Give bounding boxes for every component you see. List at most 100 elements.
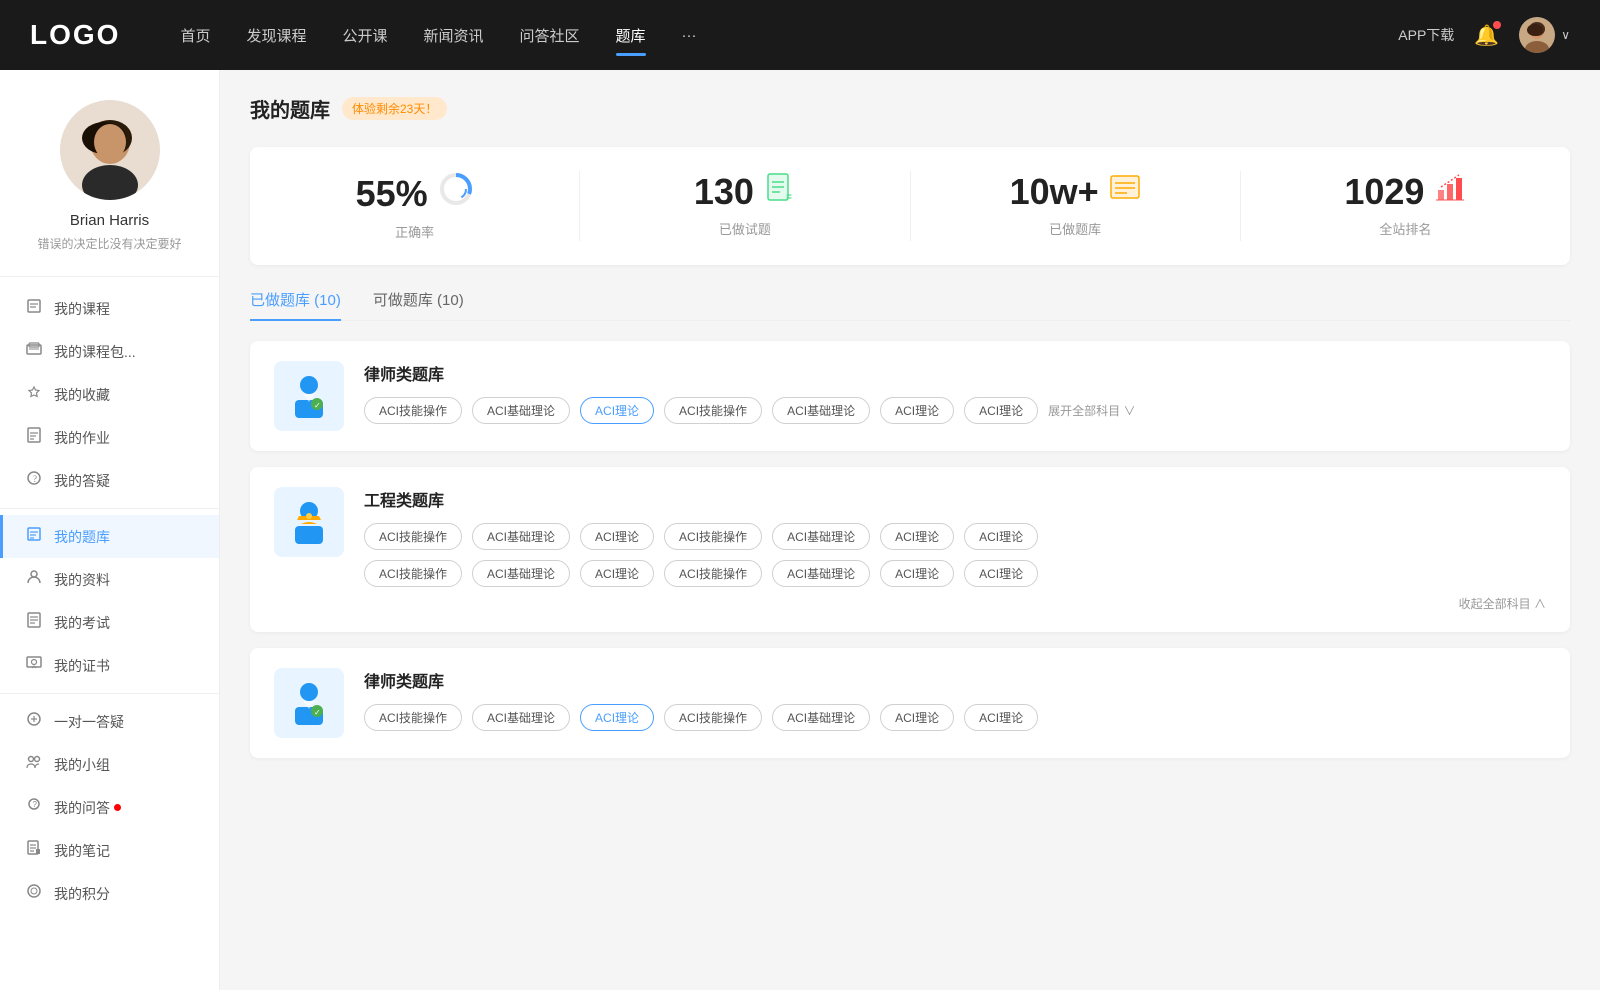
- bank-body-2: 工程类题库 ACI技能操作 ACI基础理论 ACI理论 ACI技能操作 ACI基…: [364, 487, 1546, 612]
- tag-3-3[interactable]: ACI理论: [580, 704, 654, 731]
- logo[interactable]: LOGO: [30, 19, 120, 51]
- doubts-icon: ?: [24, 470, 44, 491]
- profile-icon: [24, 569, 44, 590]
- homework-icon: [24, 427, 44, 448]
- tag-1-1[interactable]: ACI技能操作: [364, 397, 462, 424]
- nav-menu: 首页 发现课程 公开课 新闻资讯 问答社区 题库 ···: [180, 21, 1398, 50]
- favorites-icon: [24, 384, 44, 405]
- tag-1-4[interactable]: ACI技能操作: [664, 397, 762, 424]
- page-header: 我的题库 体验剩余23天！: [250, 94, 1570, 123]
- sidebar-qanda-label: 我的问答: [54, 798, 110, 818]
- tag-1-5[interactable]: ACI基础理论: [772, 397, 870, 424]
- stat-ranking-label: 全站排名: [1261, 219, 1550, 238]
- exams-icon: [24, 612, 44, 633]
- tag-2-8[interactable]: ACI技能操作: [364, 560, 462, 587]
- sidebar-item-exams[interactable]: 我的考试: [0, 601, 219, 644]
- bar-chart-icon: [1434, 171, 1466, 213]
- sidebar-quiz-label: 我的题库: [54, 527, 110, 547]
- tab-done-banks[interactable]: 已做题库 (10): [250, 289, 341, 320]
- app-download-button[interactable]: APP下载: [1398, 25, 1454, 45]
- tag-2-4[interactable]: ACI技能操作: [664, 523, 762, 550]
- qanda-icon: ?: [24, 797, 44, 818]
- tag-3-5[interactable]: ACI基础理论: [772, 704, 870, 731]
- expand-bank-1-button[interactable]: 展开全部科目 ∨: [1048, 402, 1135, 419]
- tags-row-1: ACI技能操作 ACI基础理论 ACI理论 ACI技能操作 ACI基础理论 AC…: [364, 397, 1546, 424]
- nav-news[interactable]: 新闻资讯: [424, 21, 484, 50]
- tag-1-2[interactable]: ACI基础理论: [472, 397, 570, 424]
- bank-card-3: ✓ 律师类题库 ACI技能操作 ACI基础理论 ACI理论 ACI技能操作 AC…: [250, 648, 1570, 758]
- bank-title-3: 律师类题库: [364, 668, 1546, 692]
- tag-3-1[interactable]: ACI技能操作: [364, 704, 462, 731]
- user-avatar-button[interactable]: ∨: [1519, 17, 1570, 53]
- sidebar-item-course-packages[interactable]: 我的课程包...: [0, 330, 219, 373]
- svg-text:✓: ✓: [314, 708, 321, 717]
- user-motto: 错误的决定比没有决定要好: [20, 235, 199, 252]
- tag-2-3[interactable]: ACI理论: [580, 523, 654, 550]
- svg-text:=: =: [786, 192, 792, 203]
- sidebar-homework-label: 我的作业: [54, 428, 110, 448]
- tag-2-9[interactable]: ACI基础理论: [472, 560, 570, 587]
- sidebar-item-points[interactable]: 我的积分: [0, 872, 219, 915]
- tag-1-7[interactable]: ACI理论: [964, 397, 1038, 424]
- tag-3-7[interactable]: ACI理论: [964, 704, 1038, 731]
- tab-available-banks[interactable]: 可做题库 (10): [373, 289, 464, 320]
- sidebar-item-courses[interactable]: 我的课程: [0, 287, 219, 330]
- stat-done-banks-value: 10w+: [931, 171, 1220, 213]
- nav-home[interactable]: 首页: [180, 21, 210, 50]
- tag-2-12[interactable]: ACI基础理论: [772, 560, 870, 587]
- sidebar-item-notes[interactable]: 我的笔记: [0, 829, 219, 872]
- stat-done-questions: 130 = 已做试题: [580, 171, 910, 241]
- collapse-bank-2-button[interactable]: 收起全部科目 ∧: [364, 595, 1546, 612]
- tag-1-6[interactable]: ACI理论: [880, 397, 954, 424]
- sidebar-item-certs[interactable]: 我的证书: [0, 644, 219, 687]
- sidebar-item-doubts[interactable]: ? 我的答疑: [0, 459, 219, 502]
- sidebar-item-favorites[interactable]: 我的收藏: [0, 373, 219, 416]
- bell-button[interactable]: 🔔: [1474, 23, 1499, 48]
- trial-badge: 体验剩余23天！: [342, 97, 447, 120]
- bank-icon-lawyer-1: ✓: [274, 361, 344, 431]
- nav-qa[interactable]: 问答社区: [520, 21, 580, 50]
- sidebar-item-homework[interactable]: 我的作业: [0, 416, 219, 459]
- doc-icon: =: [764, 171, 796, 213]
- tag-2-5[interactable]: ACI基础理论: [772, 523, 870, 550]
- nav-more[interactable]: ···: [682, 23, 697, 48]
- tag-2-1[interactable]: ACI技能操作: [364, 523, 462, 550]
- tag-3-2[interactable]: ACI基础理论: [472, 704, 570, 731]
- main-content: 我的题库 体验剩余23天！ 55% 正确率: [220, 70, 1600, 990]
- sidebar-item-tutoring[interactable]: 一对一答疑: [0, 700, 219, 743]
- sidebar-doubts-label: 我的答疑: [54, 471, 110, 491]
- sidebar-item-qanda[interactable]: ? 我的问答: [0, 786, 219, 829]
- navbar: LOGO 首页 发现课程 公开课 新闻资讯 问答社区 题库 ··· APP下载 …: [0, 0, 1600, 70]
- tag-2-6[interactable]: ACI理论: [880, 523, 954, 550]
- sidebar-item-profile[interactable]: 我的资料: [0, 558, 219, 601]
- bank-body-1: 律师类题库 ACI技能操作 ACI基础理论 ACI理论 ACI技能操作 ACI基…: [364, 361, 1546, 424]
- groups-icon: [24, 754, 44, 775]
- nav-quiz[interactable]: 题库: [616, 21, 646, 50]
- tag-1-3[interactable]: ACI理论: [580, 397, 654, 424]
- tag-3-4[interactable]: ACI技能操作: [664, 704, 762, 731]
- bank-card-1: ✓ 律师类题库 ACI技能操作 ACI基础理论 ACI理论 ACI技能操作 AC…: [250, 341, 1570, 451]
- tag-2-2[interactable]: ACI基础理论: [472, 523, 570, 550]
- list-icon: [1109, 171, 1141, 213]
- nav-open[interactable]: 公开课: [342, 21, 387, 50]
- nav-discover[interactable]: 发现课程: [246, 21, 306, 50]
- tag-2-11[interactable]: ACI技能操作: [664, 560, 762, 587]
- stat-done-banks-label: 已做题库: [931, 219, 1220, 238]
- tag-3-6[interactable]: ACI理论: [880, 704, 954, 731]
- tag-2-14[interactable]: ACI理论: [964, 560, 1038, 587]
- stats-row: 55% 正确率 130: [250, 147, 1570, 265]
- certs-icon: [24, 655, 44, 676]
- tutoring-icon: [24, 711, 44, 732]
- sidebar: Brian Harris 错误的决定比没有决定要好 我的课程: [0, 70, 220, 990]
- sidebar-item-quiz[interactable]: 我的题库: [0, 515, 219, 558]
- sidebar-packages-label: 我的课程包...: [54, 342, 136, 362]
- tag-2-7[interactable]: ACI理论: [964, 523, 1038, 550]
- stat-ranking: 1029 全站排名: [1241, 171, 1570, 241]
- sidebar-item-groups[interactable]: 我的小组: [0, 743, 219, 786]
- sidebar-menu: 我的课程 我的课程包... 我的收藏: [0, 277, 219, 925]
- tag-2-13[interactable]: ACI理论: [880, 560, 954, 587]
- tags-row-3: ACI技能操作 ACI基础理论 ACI理论 ACI技能操作 ACI基础理论 AC…: [364, 704, 1546, 731]
- user-avatar-sidebar: [60, 100, 160, 200]
- bank-icon-engineer: [274, 487, 344, 557]
- tag-2-10[interactable]: ACI理论: [580, 560, 654, 587]
